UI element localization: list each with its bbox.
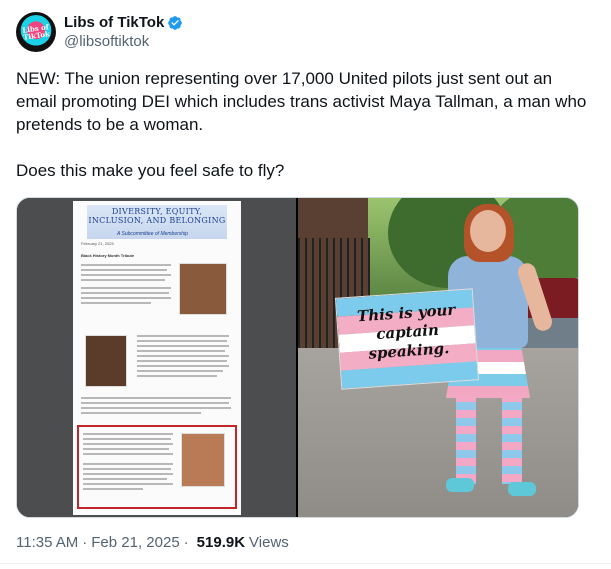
name-row: Libs of TikTok xyxy=(64,14,183,31)
text-line xyxy=(83,433,173,435)
text-line xyxy=(83,438,171,440)
document-section-heading: Black History Month Tribute xyxy=(81,253,135,258)
face xyxy=(470,210,506,252)
text-line xyxy=(81,269,167,271)
text-line xyxy=(137,340,227,342)
account-handle[interactable]: @libsoftiktok xyxy=(64,33,183,50)
text-line xyxy=(81,302,151,304)
tweet-text: NEW: The union representing over 17,000 … xyxy=(16,69,587,180)
text-line xyxy=(81,407,231,409)
sign-text: This is your captain speaking. xyxy=(356,300,456,363)
text-line xyxy=(83,463,173,465)
text-line xyxy=(81,264,171,266)
text-line xyxy=(83,478,167,480)
document-date: February 21, 2025 xyxy=(81,241,114,246)
divider xyxy=(0,563,611,564)
separator-dot: · xyxy=(82,534,88,551)
text-line xyxy=(137,370,223,372)
text-line xyxy=(83,483,173,485)
text-line xyxy=(137,360,227,362)
document-banner-subtitle: A Subcommittee of Membership xyxy=(117,231,188,237)
striped-sock-left xyxy=(456,394,476,484)
tweet-metadata: 11:35 AM · Feb 21, 2025 · 519.9K Views xyxy=(16,534,289,551)
text-line xyxy=(83,443,173,445)
tweet[interactable]: Libs of TikTok Libs of TikTok @libsoftik… xyxy=(0,0,611,569)
tweet-media[interactable]: DIVERSITY, EQUITY, INCLUSION, AND BELONG… xyxy=(16,197,579,518)
text-line xyxy=(83,468,171,470)
text-line xyxy=(137,355,229,357)
avatar-logo: Libs of TikTok xyxy=(19,15,53,49)
text-line xyxy=(83,448,169,450)
text-line xyxy=(81,274,171,276)
text-line xyxy=(81,397,231,399)
document-banner-title: DIVERSITY, EQUITY, INCLUSION, AND BELONG… xyxy=(88,207,226,225)
captain-sign: This is your captain speaking. xyxy=(334,288,480,390)
shoe-right xyxy=(508,482,536,496)
portrait-photo xyxy=(179,263,227,315)
views-count[interactable]: 519.9K xyxy=(197,534,245,551)
text-line xyxy=(81,402,229,404)
tweet-header: Libs of TikTok Libs of TikTok @libsoftik… xyxy=(16,10,183,54)
views-label: Views xyxy=(249,534,289,551)
text-line xyxy=(137,345,229,347)
tweet-date[interactable]: Feb 21, 2025 xyxy=(91,534,179,551)
account-names: Libs of TikTok @libsoftiktok xyxy=(64,14,183,50)
text-line xyxy=(81,292,169,294)
tweet-time[interactable]: 11:35 AM xyxy=(16,534,78,551)
avatar[interactable]: Libs of TikTok xyxy=(16,12,56,52)
text-line xyxy=(137,375,217,377)
media-photo-image[interactable]: This is your captain speaking. xyxy=(298,198,578,517)
portrait-photo xyxy=(85,335,127,387)
text-line xyxy=(137,350,225,352)
portrait-photo xyxy=(181,433,225,487)
striped-sock-right xyxy=(502,394,522,484)
text-line xyxy=(81,297,171,299)
document-banner: DIVERSITY, EQUITY, INCLUSION, AND BELONG… xyxy=(87,205,227,239)
shoe-left xyxy=(446,478,474,492)
avatar-logo-text: Libs of TikTok xyxy=(21,22,51,42)
verified-badge-icon xyxy=(168,15,183,30)
separator-dot: · xyxy=(183,534,189,551)
text-line xyxy=(81,412,201,414)
media-document-image[interactable]: DIVERSITY, EQUITY, INCLUSION, AND BELONG… xyxy=(17,198,296,517)
text-line xyxy=(137,365,229,367)
text-line xyxy=(81,287,171,289)
text-line xyxy=(137,335,229,337)
text-line xyxy=(83,473,173,475)
text-line xyxy=(83,488,143,490)
text-line xyxy=(81,279,165,281)
display-name[interactable]: Libs of TikTok xyxy=(64,14,164,31)
newsletter-document: DIVERSITY, EQUITY, INCLUSION, AND BELONG… xyxy=(73,201,241,515)
text-line xyxy=(83,453,173,455)
